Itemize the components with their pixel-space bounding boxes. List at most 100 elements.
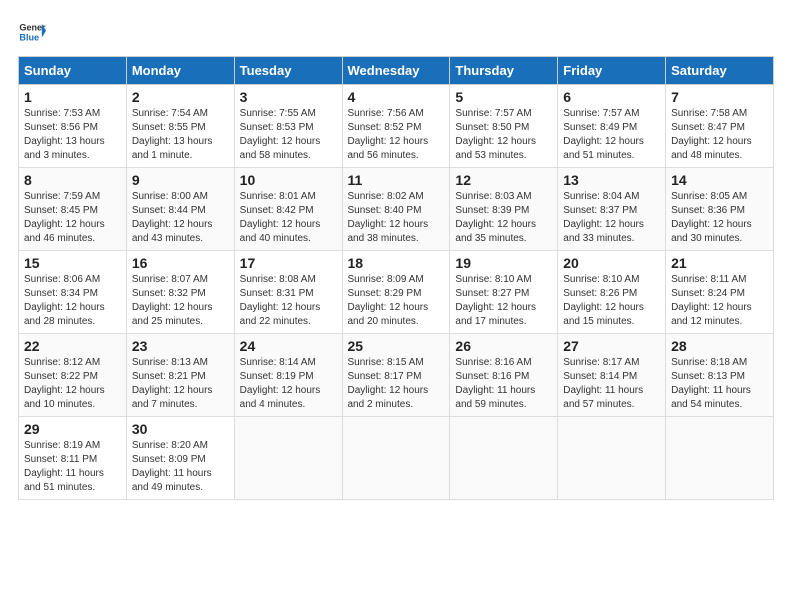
- calendar-cell: 13Sunrise: 8:04 AM Sunset: 8:37 PM Dayli…: [558, 168, 666, 251]
- calendar-week-row: 8Sunrise: 7:59 AM Sunset: 8:45 PM Daylig…: [19, 168, 774, 251]
- day-number: 14: [671, 172, 768, 188]
- calendar-cell: 19 Sunrise: 8:10 AM Sunset: 8:27 PM Dayli…: [450, 251, 558, 334]
- day-info: Sunrise: 7:54 AM Sunset: 8:55 PM Dayligh…: [132, 107, 229, 163]
- day-info: Sunrise: 8:11 AM Sunset: 8:24 PM Dayligh…: [671, 273, 768, 329]
- calendar-cell: 25Sunrise: 8:15 AM Sunset: 8:17 PM Dayli…: [342, 334, 450, 417]
- calendar-body: 1 Sunrise: 7:53 AM Sunset: 8:56 PM Daylig…: [19, 85, 774, 500]
- day-info: Sunrise: 8:16 AM Sunset: 8:16 PM Dayligh…: [455, 356, 552, 412]
- day-info: Sunrise: 7:57 AM Sunset: 8:49 PM Dayligh…: [563, 107, 660, 163]
- calendar-cell: 4Sunrise: 7:56 AM Sunset: 8:52 PM Daylig…: [342, 85, 450, 168]
- day-info: Sunrise: 8:12 AM Sunset: 8:22 PM Dayligh…: [24, 356, 121, 412]
- logo: General Blue: [18, 18, 46, 46]
- day-number: 5: [455, 89, 552, 105]
- day-info: Sunrise: 8:17 AM Sunset: 8:14 PM Dayligh…: [563, 356, 660, 412]
- page-header: General Blue: [18, 18, 774, 46]
- calendar-cell: 23Sunrise: 8:13 AM Sunset: 8:21 PM Dayli…: [126, 334, 234, 417]
- day-info: Sunrise: 8:09 AM Sunset: 8:29 PM Dayligh…: [348, 273, 445, 329]
- day-number: 27: [563, 338, 660, 354]
- calendar-week-row: 15 Sunrise: 8:06 AM Sunset: 8:34 PM Dayli…: [19, 251, 774, 334]
- calendar-cell: 1 Sunrise: 7:53 AM Sunset: 8:56 PM Daylig…: [19, 85, 127, 168]
- calendar-cell: 18 Sunrise: 8:09 AM Sunset: 8:29 PM Dayli…: [342, 251, 450, 334]
- day-number: 30: [132, 421, 229, 437]
- weekday-header: Sunday: [19, 57, 127, 85]
- day-number: 10: [240, 172, 337, 188]
- day-number: 17: [240, 255, 337, 271]
- day-info: Sunrise: 8:10 AM Sunset: 8:27 PM Dayligh…: [455, 273, 552, 329]
- calendar-cell: 28 Sunrise: 8:18 AM Sunset: 8:13 PM Dayli…: [666, 334, 774, 417]
- calendar-cell: 24 Sunrise: 8:14 AM Sunset: 8:19 PM Dayli…: [234, 334, 342, 417]
- day-number: 18: [348, 255, 445, 271]
- day-info: Sunrise: 8:13 AM Sunset: 8:21 PM Dayligh…: [132, 356, 229, 412]
- day-number: 25: [348, 338, 445, 354]
- day-info: Sunrise: 7:53 AM Sunset: 8:56 PM Dayligh…: [24, 107, 121, 163]
- calendar-cell: 9Sunrise: 8:00 AM Sunset: 8:44 PM Daylig…: [126, 168, 234, 251]
- day-info: Sunrise: 8:05 AM Sunset: 8:36 PM Dayligh…: [671, 190, 768, 246]
- day-info: Sunrise: 8:20 AM Sunset: 8:09 PM Dayligh…: [132, 439, 229, 495]
- day-number: 1: [24, 89, 121, 105]
- day-number: 20: [563, 255, 660, 271]
- weekday-header: Monday: [126, 57, 234, 85]
- day-info: Sunrise: 8:14 AM Sunset: 8:19 PM Dayligh…: [240, 356, 337, 412]
- day-number: 4: [348, 89, 445, 105]
- day-number: 12: [455, 172, 552, 188]
- day-number: 19: [455, 255, 552, 271]
- calendar-cell: [558, 417, 666, 500]
- calendar-cell: 6 Sunrise: 7:57 AM Sunset: 8:49 PM Daylig…: [558, 85, 666, 168]
- day-number: 11: [348, 172, 445, 188]
- calendar-table: SundayMondayTuesdayWednesdayThursdayFrid…: [18, 56, 774, 500]
- calendar-cell: 16Sunrise: 8:07 AM Sunset: 8:32 PM Dayli…: [126, 251, 234, 334]
- calendar-cell: [234, 417, 342, 500]
- calendar-cell: 17 Sunrise: 8:08 AM Sunset: 8:31 PM Dayli…: [234, 251, 342, 334]
- day-number: 15: [24, 255, 121, 271]
- calendar-cell: 3 Sunrise: 7:55 AM Sunset: 8:53 PM Daylig…: [234, 85, 342, 168]
- calendar-week-row: 22 Sunrise: 8:12 AM Sunset: 8:22 PM Dayli…: [19, 334, 774, 417]
- calendar-cell: 12 Sunrise: 8:03 AM Sunset: 8:39 PM Dayli…: [450, 168, 558, 251]
- day-number: 24: [240, 338, 337, 354]
- day-info: Sunrise: 7:55 AM Sunset: 8:53 PM Dayligh…: [240, 107, 337, 163]
- day-info: Sunrise: 8:07 AM Sunset: 8:32 PM Dayligh…: [132, 273, 229, 329]
- svg-text:Blue: Blue: [19, 32, 39, 42]
- day-number: 7: [671, 89, 768, 105]
- calendar-week-row: 29 Sunrise: 8:19 AM Sunset: 8:11 PM Dayli…: [19, 417, 774, 500]
- calendar-cell: 8Sunrise: 7:59 AM Sunset: 8:45 PM Daylig…: [19, 168, 127, 251]
- day-info: Sunrise: 7:57 AM Sunset: 8:50 PM Dayligh…: [455, 107, 552, 163]
- calendar-cell: 29 Sunrise: 8:19 AM Sunset: 8:11 PM Dayli…: [19, 417, 127, 500]
- calendar-cell: 2 Sunrise: 7:54 AM Sunset: 8:55 PM Daylig…: [126, 85, 234, 168]
- calendar-cell: 22 Sunrise: 8:12 AM Sunset: 8:22 PM Dayli…: [19, 334, 127, 417]
- calendar-cell: 14 Sunrise: 8:05 AM Sunset: 8:36 PM Dayli…: [666, 168, 774, 251]
- day-info: Sunrise: 7:59 AM Sunset: 8:45 PM Dayligh…: [24, 190, 121, 246]
- calendar-cell: [450, 417, 558, 500]
- day-number: 6: [563, 89, 660, 105]
- day-info: Sunrise: 8:10 AM Sunset: 8:26 PM Dayligh…: [563, 273, 660, 329]
- calendar-cell: 11 Sunrise: 8:02 AM Sunset: 8:40 PM Dayli…: [342, 168, 450, 251]
- weekday-header: Friday: [558, 57, 666, 85]
- calendar-cell: 10 Sunrise: 8:01 AM Sunset: 8:42 PM Dayli…: [234, 168, 342, 251]
- day-info: Sunrise: 8:06 AM Sunset: 8:34 PM Dayligh…: [24, 273, 121, 329]
- day-number: 9: [132, 172, 229, 188]
- day-number: 3: [240, 89, 337, 105]
- calendar-cell: 30 Sunrise: 8:20 AM Sunset: 8:09 PM Dayli…: [126, 417, 234, 500]
- day-number: 13: [563, 172, 660, 188]
- day-number: 2: [132, 89, 229, 105]
- day-number: 26: [455, 338, 552, 354]
- day-number: 29: [24, 421, 121, 437]
- day-number: 22: [24, 338, 121, 354]
- weekday-header: Wednesday: [342, 57, 450, 85]
- calendar-week-row: 1 Sunrise: 7:53 AM Sunset: 8:56 PM Daylig…: [19, 85, 774, 168]
- weekday-header: Thursday: [450, 57, 558, 85]
- day-info: Sunrise: 8:08 AM Sunset: 8:31 PM Dayligh…: [240, 273, 337, 329]
- day-info: Sunrise: 8:19 AM Sunset: 8:11 PM Dayligh…: [24, 439, 121, 495]
- logo-icon: General Blue: [18, 18, 46, 46]
- calendar-cell: 7 Sunrise: 7:58 AM Sunset: 8:47 PM Daylig…: [666, 85, 774, 168]
- calendar-header: SundayMondayTuesdayWednesdayThursdayFrid…: [19, 57, 774, 85]
- calendar-cell: 5 Sunrise: 7:57 AM Sunset: 8:50 PM Daylig…: [450, 85, 558, 168]
- calendar-cell: [342, 417, 450, 500]
- day-info: Sunrise: 8:18 AM Sunset: 8:13 PM Dayligh…: [671, 356, 768, 412]
- weekday-header: Tuesday: [234, 57, 342, 85]
- day-info: Sunrise: 8:03 AM Sunset: 8:39 PM Dayligh…: [455, 190, 552, 246]
- day-info: Sunrise: 8:02 AM Sunset: 8:40 PM Dayligh…: [348, 190, 445, 246]
- day-info: Sunrise: 7:58 AM Sunset: 8:47 PM Dayligh…: [671, 107, 768, 163]
- day-number: 28: [671, 338, 768, 354]
- day-info: Sunrise: 8:01 AM Sunset: 8:42 PM Dayligh…: [240, 190, 337, 246]
- weekday-header: Saturday: [666, 57, 774, 85]
